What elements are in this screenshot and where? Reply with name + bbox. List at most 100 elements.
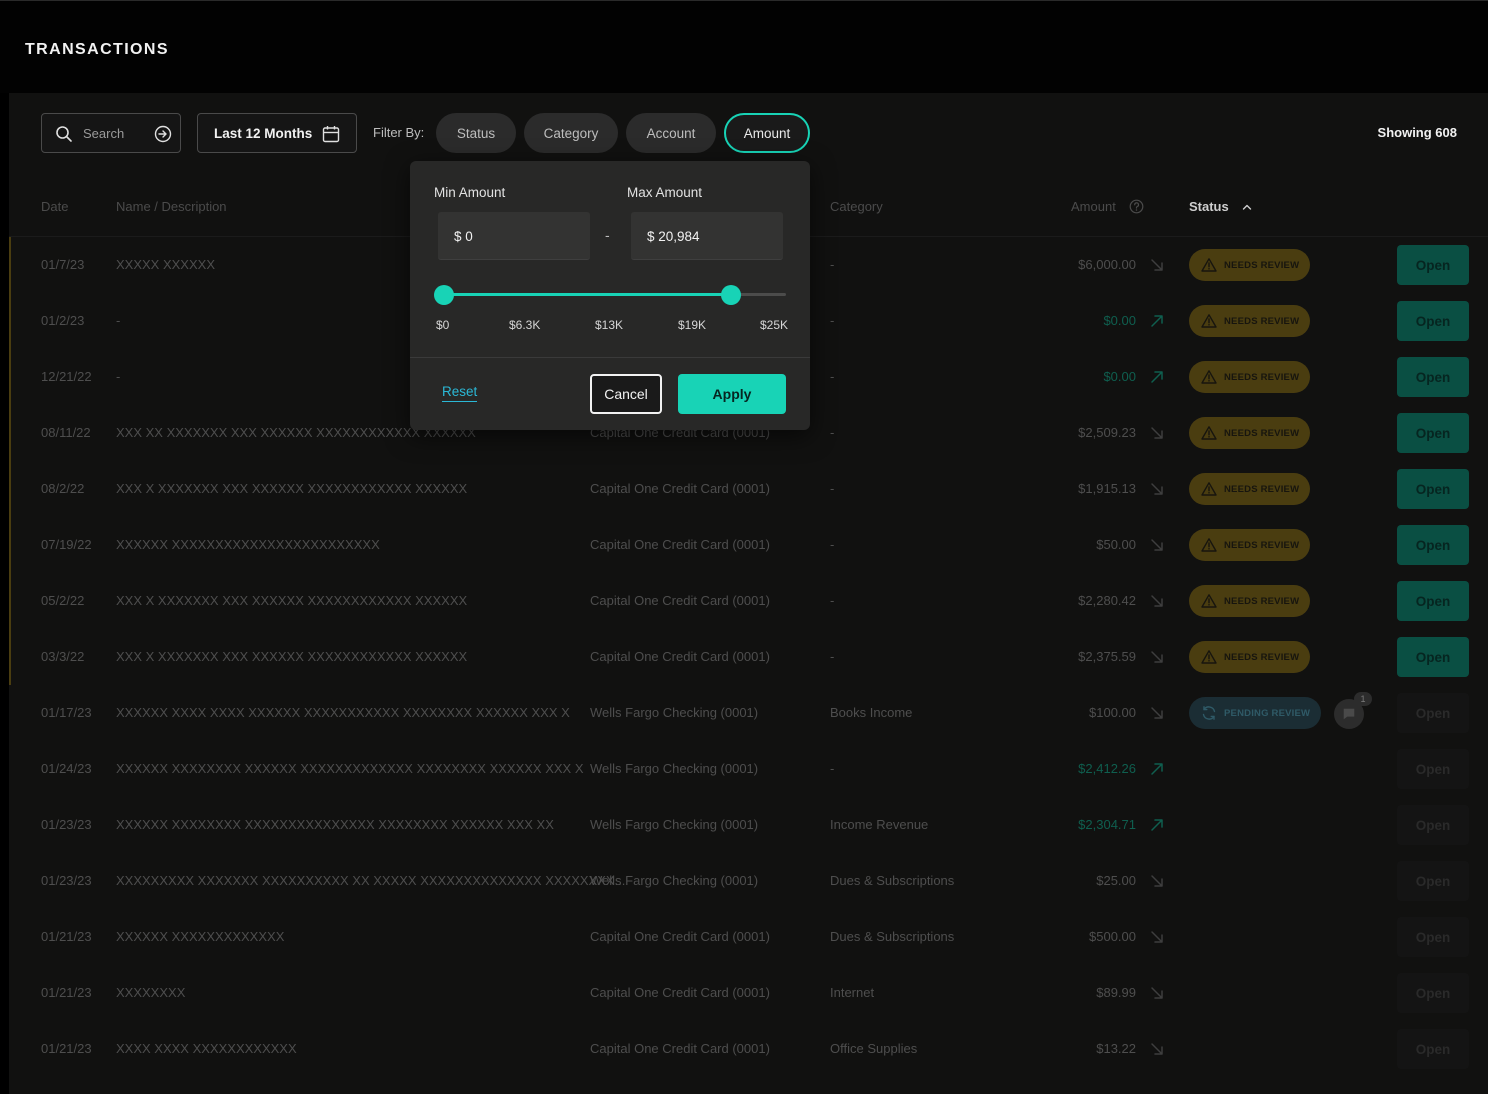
row-account: Wells Fargo Checking (0001) (590, 761, 759, 776)
reset-link[interactable]: Reset (442, 384, 478, 402)
table-row[interactable]: 03/3/22 XXX X XXXXXXX XXX XXXXXX XXXXXXXX… (9, 629, 1488, 685)
open-button[interactable]: Open (1397, 1029, 1469, 1069)
open-button[interactable]: Open (1397, 301, 1469, 341)
row-amount: $50.00 (1096, 537, 1136, 552)
search-input[interactable]: Search (83, 126, 124, 141)
status-badge: NEEDS REVIEW (1189, 641, 1310, 673)
open-button[interactable]: Open (1397, 525, 1469, 565)
row-name: XXX X XXXXXXX XXX XXXXXX XXXXXXXXXXXX XX… (116, 481, 468, 496)
filter-account-chip[interactable]: Account (626, 113, 716, 153)
arrow-up-right-icon (1149, 369, 1165, 385)
column-header-date[interactable]: Date (41, 199, 68, 214)
row-date: 08/11/22 (41, 425, 91, 440)
table-row[interactable]: 05/2/22 XXX X XXXXXXX XXX XXXXXX XXXXXXXX… (9, 573, 1488, 629)
sync-icon (1201, 705, 1217, 721)
arrow-down-right-icon (1149, 929, 1165, 945)
table-row[interactable]: 07/19/22 XXXXXX XXXXXXXXXXXXXXXXXXXXXXXX C… (9, 517, 1488, 573)
table-row[interactable]: 01/23/23 XXXXXXXXX XXXXXXX XXXXXXXXXX XX … (9, 853, 1488, 909)
row-amount: $500.00 (1089, 929, 1136, 944)
filter-status-chip[interactable]: Status (436, 113, 516, 153)
open-button[interactable]: Open (1397, 469, 1469, 509)
slider-tick-label: $13K (595, 318, 624, 332)
open-button[interactable]: Open (1397, 749, 1469, 789)
max-amount-handle[interactable] (721, 285, 742, 305)
open-button[interactable]: Open (1397, 861, 1469, 901)
table-row[interactable]: 01/21/23 XXXXXXXX Capital One Credit Card … (9, 965, 1488, 1021)
min-amount-label: Min Amount (434, 185, 506, 200)
row-name: XXXXXX XXXXXXXXXXXXX (116, 929, 285, 944)
table-row[interactable]: 01/21/23 XXXXXX XXXXXXXXXXXXX Capital One … (9, 909, 1488, 965)
open-button[interactable]: Open (1397, 637, 1469, 677)
column-header-amount[interactable]: Amount (1071, 199, 1116, 214)
arrow-down-right-icon (1149, 705, 1165, 721)
row-account: Capital One Credit Card (0001) (590, 481, 770, 496)
warning-icon (1201, 425, 1217, 441)
row-date: 01/17/23 (41, 705, 92, 720)
row-category: Dues & Subscriptions (830, 873, 955, 888)
cancel-button[interactable]: Cancel (590, 374, 662, 414)
row-category: - (830, 425, 835, 440)
row-category: - (830, 481, 835, 496)
open-button[interactable]: Open (1397, 245, 1469, 285)
status-badge: NEEDS REVIEW (1189, 529, 1310, 561)
row-category: Dues & Subscriptions (830, 929, 955, 944)
search-box[interactable]: Search (41, 113, 181, 153)
row-account: Capital One Credit Card (0001) (590, 985, 770, 1000)
row-amount: $0.00 (1103, 313, 1136, 328)
row-date: 07/19/22 (41, 537, 92, 552)
row-name: XXXXXX XXXXXXXX XXXXXX XXXXXXXXXXXXX XXX… (116, 761, 584, 776)
date-range-button[interactable]: Last 12 Months (197, 113, 357, 153)
filter-category-chip[interactable]: Category (524, 113, 618, 153)
warning-icon (1201, 369, 1217, 385)
max-amount-label: Max Amount (627, 185, 703, 200)
open-button[interactable]: Open (1397, 581, 1469, 621)
arrow-down-right-icon (1149, 649, 1165, 665)
row-date: 03/3/22 (41, 649, 85, 664)
row-amount: $6,000.00 (1078, 257, 1136, 272)
row-category: Internet (830, 985, 875, 1000)
table-row[interactable]: 01/23/23 XXXXXX XXXXXXXX XXXXXXXXXXXXXXX … (9, 797, 1488, 853)
arrow-right-circle-icon[interactable] (154, 125, 172, 143)
help-icon[interactable] (1129, 199, 1144, 214)
column-header-name[interactable]: Name / Description (116, 199, 227, 214)
warning-icon (1201, 313, 1217, 329)
table-row[interactable]: 01/21/23 XXXX XXXX XXXXXXXXXXXX Capital On… (9, 1021, 1488, 1077)
row-name: XXXX XXXX XXXXXXXXXXXX (116, 1041, 297, 1056)
apply-button[interactable]: Apply (678, 374, 786, 414)
slider-tick-label: $6.3K (509, 318, 541, 332)
warning-icon (1201, 481, 1217, 497)
open-button[interactable]: Open (1397, 357, 1469, 397)
result-count: Showing 608 (1377, 125, 1457, 140)
amount-slider-range (444, 293, 732, 296)
filter-amount-chip[interactable]: Amount (724, 113, 810, 153)
status-badge: NEEDS REVIEW (1189, 417, 1310, 449)
min-amount-input[interactable]: $ 0 (438, 212, 590, 260)
status-badge: NEEDS REVIEW (1189, 585, 1310, 617)
table-row[interactable]: 08/2/22 XXX X XXXXXXX XXX XXXXXX XXXXXXXX… (9, 461, 1488, 517)
slider-tick-label: $0 (436, 318, 450, 332)
open-button[interactable]: Open (1397, 805, 1469, 845)
open-button[interactable]: Open (1397, 973, 1469, 1013)
comment-button[interactable]: 1 (1334, 692, 1372, 729)
table-row[interactable]: 01/24/23 XXXXXX XXXXXXXX XXXXXX XXXXXXXXX… (9, 741, 1488, 797)
open-button[interactable]: Open (1397, 693, 1469, 733)
row-category: - (830, 649, 835, 664)
min-amount-handle[interactable] (434, 285, 454, 305)
warning-icon (1201, 649, 1217, 665)
open-button[interactable]: Open (1397, 917, 1469, 957)
row-account: Wells Fargo Checking (0001) (590, 705, 759, 720)
row-name: XXXXXXXXX XXXXXXX XXXXXXXXXX XX XXXXX XX… (116, 873, 626, 888)
warning-icon (1201, 537, 1217, 553)
max-amount-input[interactable]: $ 20,984 (631, 212, 783, 260)
row-amount: $2,375.59 (1078, 649, 1136, 664)
row-name: - (116, 313, 121, 328)
arrow-down-right-icon (1149, 481, 1165, 497)
sort-ascending-icon[interactable] (1241, 201, 1253, 213)
row-date: 08/2/22 (41, 481, 85, 496)
top-bar: TRANSACTIONS (0, 0, 1488, 93)
column-header-status[interactable]: Status (1189, 199, 1229, 214)
row-category: - (830, 257, 835, 272)
column-header-category[interactable]: Category (830, 199, 883, 214)
table-row[interactable]: 01/17/23 XXXXXX XXXX XXXX XXXXXX XXXXXXXX… (9, 685, 1488, 741)
open-button[interactable]: Open (1397, 413, 1469, 453)
